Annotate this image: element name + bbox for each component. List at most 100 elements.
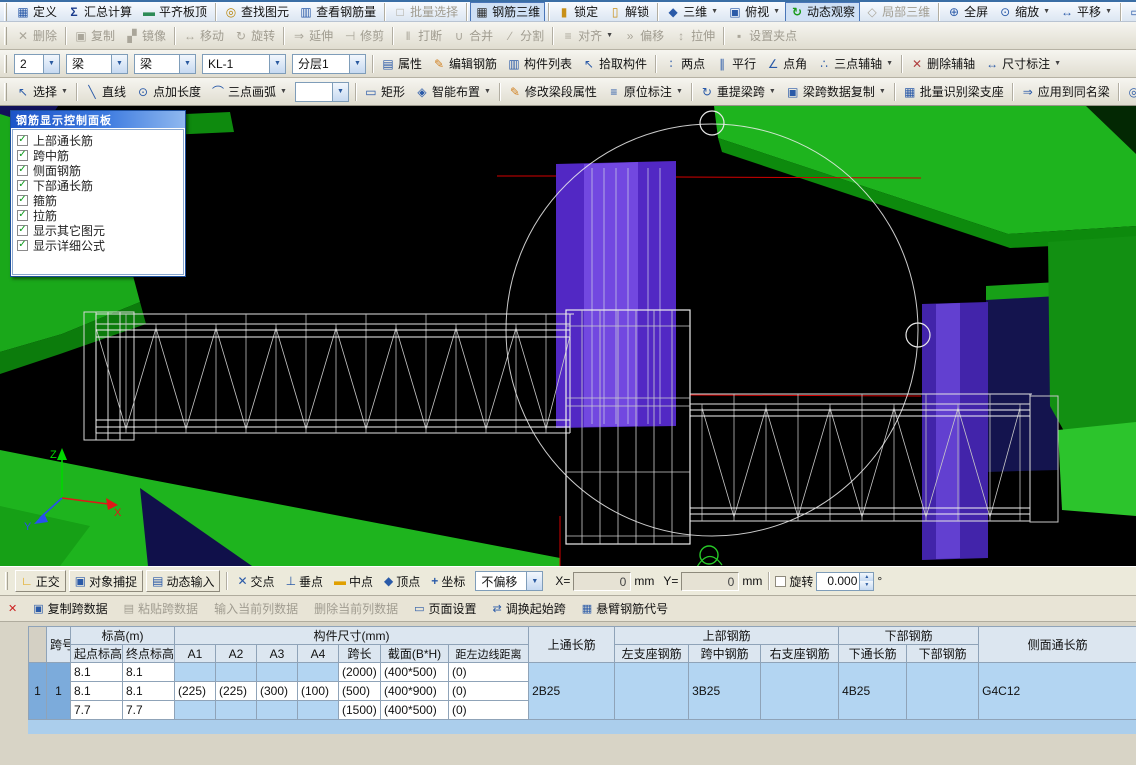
panel-item-midspan-rebar[interactable]: ✓ 跨中筋 xyxy=(17,148,179,163)
cell-a2[interactable] xyxy=(215,700,257,720)
dimension-button[interactable]: ↔ 尺寸标注 ▼ xyxy=(980,54,1066,74)
rotate-angle-field[interactable]: 0.000 ▲ ▼ xyxy=(816,571,875,591)
rotate-checkbox[interactable] xyxy=(775,575,787,587)
unlock-button[interactable]: ▯ 解锁 xyxy=(603,2,654,21)
cell-top-through[interactable]: 2B25 xyxy=(528,662,616,720)
view-rebar-amount-button[interactable]: ▥ 查看钢筋量 xyxy=(294,2,381,21)
local-3d-button[interactable]: ◇ 局部三维 xyxy=(860,2,935,21)
parallel-axis-button[interactable]: ∥ 平行 xyxy=(710,54,761,74)
pan-button[interactable]: ↔ 平移 ▼ xyxy=(1055,2,1117,21)
cell-span-len[interactable]: (500) xyxy=(338,681,381,701)
cell-a3[interactable] xyxy=(256,700,298,720)
stretch-button[interactable]: ↕ 拉伸 xyxy=(669,26,720,46)
spin-up-icon[interactable]: ▲ xyxy=(860,572,874,581)
cell-a4[interactable]: (100) xyxy=(297,681,339,701)
cell-a2[interactable] xyxy=(215,662,257,682)
align-button[interactable]: ≡ 对齐 ▼ xyxy=(556,26,618,46)
delete-axis-button[interactable]: ✕ 删除辅轴 xyxy=(905,54,980,74)
cell-bottom-rebar[interactable] xyxy=(906,662,980,720)
batch-identify-support-button[interactable]: ▦ 批量识别梁支座 xyxy=(898,82,1009,102)
element-name-combo[interactable]: KL-1 ▼ xyxy=(202,53,286,74)
smart-layout-button[interactable]: ◈ 智能布置 ▼ xyxy=(410,82,496,102)
cell-end-elev[interactable]: 7.7 xyxy=(122,700,175,720)
panel-item-show-detail-formula[interactable]: ✓ 显示详细公式 xyxy=(17,238,179,253)
apply-same-name-button[interactable]: ⇒ 应用到同名梁 xyxy=(1016,82,1115,102)
toolbar-grip[interactable] xyxy=(4,2,7,21)
color-combo[interactable]: ▼ xyxy=(294,81,349,102)
cell-start-elev[interactable]: 8.1 xyxy=(70,662,123,682)
cell-span-len[interactable]: (1500) xyxy=(338,700,381,720)
intersection-snap[interactable]: ✕ 交点 xyxy=(233,570,278,592)
point-angle-axis-button[interactable]: ∠ 点角 xyxy=(761,54,812,74)
panel-item-top-through-rebar[interactable]: ✓ 上部通长筋 xyxy=(17,133,179,148)
cell-a1[interactable] xyxy=(174,662,216,682)
offset-button[interactable]: » 偏移 xyxy=(618,26,669,46)
check-support-button[interactable]: ◎查 xyxy=(1122,82,1136,102)
cell-a1[interactable]: (225) xyxy=(174,681,216,701)
cell-row-index[interactable]: 1 xyxy=(28,662,47,720)
panel-item-show-other-elements[interactable]: ✓ 显示其它图元 xyxy=(17,223,179,238)
vertex-snap[interactable]: ◆ 顶点 xyxy=(380,570,424,592)
cell-start-elev[interactable]: 7.7 xyxy=(70,700,123,720)
screen-rotate-button[interactable]: ▭屏幕 xyxy=(1124,2,1136,21)
modify-beam-segment-button[interactable]: ✎ 修改梁段属性 xyxy=(503,82,602,102)
toolbar-grip[interactable] xyxy=(5,572,8,590)
ortho-toggle[interactable]: ∟ 正交 xyxy=(15,570,66,592)
view-3d-button[interactable]: ◆ 三维 ▼ xyxy=(661,2,723,21)
paste-span-data-button[interactable]: ▤ 粘贴跨数据 xyxy=(124,600,198,617)
toolbar-grip[interactable] xyxy=(4,54,7,73)
edit-rebar-button[interactable]: ✎ 编辑钢筋 xyxy=(427,54,502,74)
cell-end-elev[interactable]: 8.1 xyxy=(122,681,175,701)
cell-section[interactable]: (400*900) xyxy=(380,681,449,701)
cell-a3[interactable] xyxy=(256,662,298,682)
pick-component-button[interactable]: ↖ 拾取构件 xyxy=(577,54,652,74)
top-view-button[interactable]: ▣ 俯视 ▼ xyxy=(723,2,785,21)
input-column-data-button[interactable]: 输入当前列数据 xyxy=(214,600,298,617)
layer-combo[interactable]: 分层1 ▼ xyxy=(292,53,366,74)
cantilever-code-button[interactable]: ▦ 悬臂钢筋代号 xyxy=(582,600,668,617)
span-data-copy-button[interactable]: ▣ 梁跨数据复制 ▼ xyxy=(781,82,891,102)
coordinate-snap[interactable]: + 坐标 xyxy=(427,570,469,592)
line-button[interactable]: ╲ 直线 xyxy=(80,82,131,102)
swap-start-span-button[interactable]: ⇄ 调换起始跨 xyxy=(493,600,566,617)
three-point-arc-button[interactable]: ⌒ 三点画弧 ▼ xyxy=(206,82,292,102)
panel-title[interactable]: 钢筋显示控制面板 xyxy=(11,111,185,128)
spinner[interactable]: ▲ ▼ xyxy=(859,572,874,590)
close-span-editor-icon[interactable]: ✕ xyxy=(8,602,17,615)
offset-combo[interactable]: 不偏移 ▼ xyxy=(475,571,544,591)
dynamic-input-toggle[interactable]: ▤ 动态输入 xyxy=(146,570,221,592)
cell-bottom-through[interactable]: 4B25 xyxy=(838,662,908,720)
cell-start-elev[interactable]: 8.1 xyxy=(70,681,123,701)
rectangle-button[interactable]: ▭ 矩形 xyxy=(359,82,410,102)
delete-button[interactable]: ✕ 删除 xyxy=(11,26,62,46)
set-grip-button[interactable]: ▪ 设置夹点 xyxy=(727,26,802,46)
copy-button[interactable]: ▣ 复制 xyxy=(69,26,120,46)
cell-a3[interactable]: (300) xyxy=(256,681,298,701)
element-type-combo[interactable]: 梁 ▼ xyxy=(134,53,196,74)
page-setup-button[interactable]: ▭ 页面设置 xyxy=(414,600,476,617)
full-screen-button[interactable]: ⊕ 全屏 xyxy=(942,2,993,21)
midpoint-snap[interactable]: ▬ 中点 xyxy=(330,570,377,592)
copy-span-data-button[interactable]: ▣ 复制跨数据 xyxy=(33,600,107,617)
two-point-axis-button[interactable]: ∶ 两点 xyxy=(659,54,710,74)
select-button[interactable]: ↖ 选择 ▼ xyxy=(11,82,73,102)
cell-left-dist[interactable]: (0) xyxy=(447,700,530,720)
toolbar-grip[interactable] xyxy=(4,82,7,101)
rebar-3d-button[interactable]: ▦ 钢筋三维 xyxy=(470,2,546,21)
trim-button[interactable]: ⊣ 修剪 xyxy=(338,26,389,46)
rebar-display-panel[interactable]: 钢筋显示控制面板 ✓ 上部通长筋 ✓ 跨中筋 ✓ 侧面钢筋 ✓ 下部通长筋 ✓ 箍筋 ✓ 拉… xyxy=(10,110,186,277)
floor-combo[interactable]: 2 ▼ xyxy=(14,53,60,74)
toolbar-grip[interactable] xyxy=(4,26,7,45)
break-button[interactable]: ‖ 打断 xyxy=(396,26,447,46)
split-button[interactable]: ∕ 分割 xyxy=(498,26,549,46)
cell-left-dist[interactable]: (0) xyxy=(447,662,530,682)
merge-button[interactable]: ∪ 合并 xyxy=(447,26,498,46)
panel-item-tie-rebar[interactable]: ✓ 拉筋 xyxy=(17,208,179,223)
panel-item-bottom-through-rebar[interactable]: ✓ 下部通长筋 xyxy=(17,178,179,193)
extend-button[interactable]: ⇒ 延伸 xyxy=(287,26,338,46)
cell-section[interactable]: (400*500) xyxy=(380,700,449,720)
align-slab-top-button[interactable]: ▬ 平齐板顶 xyxy=(137,2,212,21)
summary-calc-button[interactable]: Σ 汇总计算 xyxy=(62,2,137,21)
object-snap-toggle[interactable]: ▣ 对象捕捉 xyxy=(68,570,144,592)
cell-a4[interactable] xyxy=(297,662,339,682)
